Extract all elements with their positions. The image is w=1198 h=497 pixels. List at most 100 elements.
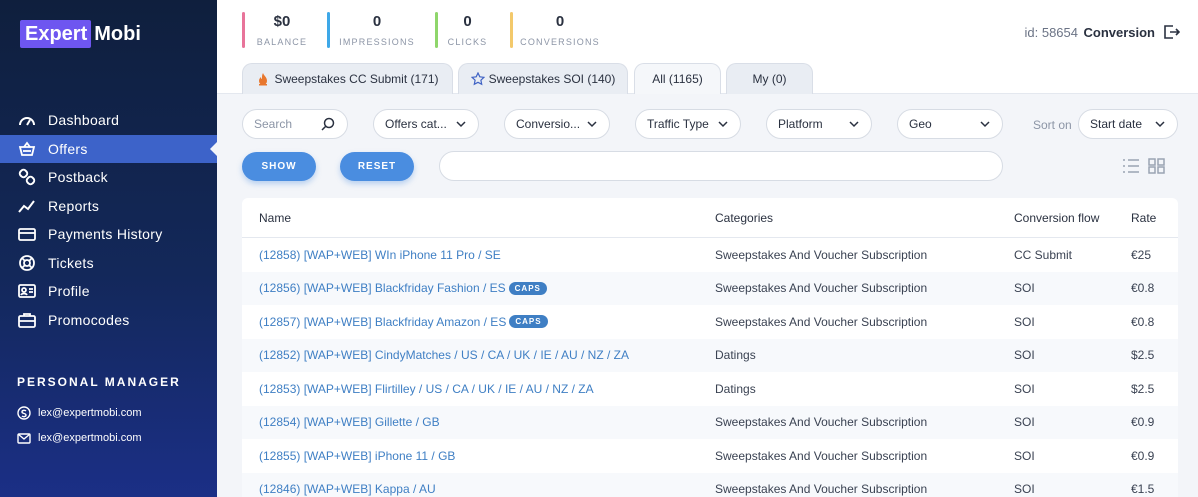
search-icon: [321, 117, 335, 131]
select-value: Conversio...: [516, 117, 581, 131]
tab-sweepstakes-soi[interactable]: Sweepstakes SOI (140): [458, 63, 628, 94]
sort-select[interactable]: Start date: [1078, 109, 1178, 139]
conversion-select[interactable]: Conversio...: [504, 109, 610, 139]
stat-label: CONVERSIONS: [520, 37, 600, 47]
manager-skype[interactable]: lex@expertmobi.com: [17, 406, 141, 420]
reset-button[interactable]: RESET: [340, 152, 414, 181]
cell-category: Sweepstakes And Voucher Subscription: [715, 482, 928, 497]
sidebar-item-promocodes[interactable]: Promocodes: [0, 306, 217, 335]
offer-link[interactable]: (12858) [WAP+WEB] WIn iPhone 11 Pro / SE: [259, 248, 501, 262]
table-header: Name Categories Conversion flow Rate: [242, 198, 1178, 238]
cell-name: (12856) [WAP+WEB] Blackfriday Fashion / …: [242, 281, 698, 295]
sidebar-item-label: Postback: [48, 169, 108, 186]
stat-label: CLICKS: [447, 37, 488, 47]
table-row[interactable]: (12846) [WAP+WEB] Kappa / AU Sweepstakes…: [242, 472, 1178, 497]
caps-badge: CAPS: [508, 281, 547, 295]
mail-icon: [17, 433, 31, 444]
offer-link[interactable]: (12854) [WAP+WEB] Gillette / GB: [259, 415, 440, 429]
tab-my[interactable]: My (0): [726, 63, 813, 94]
table-row[interactable]: (12858) [WAP+WEB] WIn iPhone 11 Pro / SE…: [242, 238, 1178, 272]
cell-name: (12854) [WAP+WEB] Gillette / GB: [242, 415, 698, 429]
chevron-down-icon: [456, 121, 466, 128]
table-row[interactable]: (12855) [WAP+WEB] iPhone 11 / GB Sweepst…: [242, 439, 1178, 473]
chevron-down-icon: [718, 121, 728, 128]
geo-select[interactable]: Geo: [897, 109, 1003, 139]
select-value: Traffic Type: [647, 117, 709, 131]
cell-flow: CC Submit: [1014, 247, 1073, 262]
sidebar-nav: Dashboard Offers Postback Reports Paymen…: [0, 106, 217, 334]
tab-label: My (0): [752, 72, 787, 86]
cell-flow: SOI: [1014, 314, 1035, 329]
select-value: Platform: [778, 117, 823, 131]
stat-value: 0: [463, 13, 472, 30]
cell-flow: SOI: [1014, 415, 1035, 430]
sidebar-item-offers[interactable]: Offers: [0, 134, 217, 163]
list-view-icon[interactable]: [1122, 158, 1140, 174]
logo[interactable]: Expert Mobi: [20, 20, 141, 48]
stat-value: $0: [273, 13, 291, 30]
sidebar-item-reports[interactable]: Reports: [0, 192, 217, 221]
tab-all[interactable]: All (1165): [634, 63, 721, 94]
offer-link[interactable]: (12853) [WAP+WEB] Flirtilley / US / CA /…: [259, 382, 594, 396]
column-header-conversion-flow[interactable]: Conversion flow: [997, 211, 1114, 225]
stat-bar: [242, 12, 245, 48]
table-row[interactable]: (12853) [WAP+WEB] Flirtilley / US / CA /…: [242, 372, 1178, 406]
logout-icon[interactable]: [1162, 23, 1180, 41]
select-value: Geo: [909, 117, 932, 131]
offer-link[interactable]: (12856) [WAP+WEB] Blackfriday Fashion / …: [259, 281, 506, 295]
chevron-down-icon: [587, 121, 597, 128]
cell-name: (12857) [WAP+WEB] Blackfriday Amazon / E…: [242, 315, 698, 329]
table-row[interactable]: (12856) [WAP+WEB] Blackfriday Fashion / …: [242, 271, 1178, 305]
stat-label: IMPRESSIONS: [339, 37, 415, 47]
offer-link[interactable]: (12855) [WAP+WEB] iPhone 11 / GB: [259, 449, 455, 463]
top-stats-bar: $0 BALANCE 0 IMPRESSIONS 0 CLICKS 0 CONV…: [217, 0, 1198, 63]
cell-flow: SOI: [1014, 381, 1035, 396]
column-header-name[interactable]: Name: [242, 211, 698, 225]
star-icon: [470, 72, 485, 86]
offer-link[interactable]: (12846) [WAP+WEB] Kappa / AU: [259, 482, 436, 496]
stat-conversions: 0 CONVERSIONS: [510, 12, 600, 48]
platform-select[interactable]: Platform: [766, 109, 872, 139]
stat-bar: [327, 12, 330, 48]
table-row[interactable]: (12857) [WAP+WEB] Blackfriday Amazon / E…: [242, 305, 1178, 339]
sidebar-item-dashboard[interactable]: Dashboard: [0, 106, 217, 135]
cell-rate: €0.8: [1131, 314, 1155, 329]
sidebar-item-label: Promocodes: [48, 311, 130, 328]
cell-flow: SOI: [1014, 482, 1035, 497]
stat-bar: [510, 12, 513, 48]
tab-sweepstakes-cc-submit[interactable]: Sweepstakes CC Submit (171): [242, 63, 453, 94]
search-input[interactable]: Search: [242, 109, 348, 139]
chevron-down-icon: [849, 121, 859, 128]
offers-category-select[interactable]: Offers cat...: [373, 109, 479, 139]
conversion-link[interactable]: Conversion: [1083, 25, 1155, 40]
offer-link[interactable]: (12857) [WAP+WEB] Blackfriday Amazon / E…: [259, 315, 506, 329]
caps-badge: CAPS: [509, 315, 548, 329]
column-header-rate[interactable]: Rate: [1114, 211, 1178, 225]
cell-name: (12855) [WAP+WEB] iPhone 11 / GB: [242, 449, 698, 463]
manager-email[interactable]: lex@expertmobi.com: [17, 431, 141, 445]
cell-name: (12852) [WAP+WEB] CindyMatches / US / CA…: [242, 348, 698, 362]
manager-email-text: lex@expertmobi.com: [38, 432, 142, 444]
select-value: Start date: [1090, 117, 1143, 131]
offer-link[interactable]: (12852) [WAP+WEB] CindyMatches / US / CA…: [259, 348, 629, 362]
tab-label: Sweepstakes SOI (140): [488, 72, 616, 86]
grid-view-icon[interactable]: [1148, 158, 1166, 174]
stat-balance: $0 BALANCE: [242, 12, 312, 48]
sidebar-item-tickets[interactable]: Tickets: [0, 249, 217, 278]
show-button[interactable]: SHOW: [242, 152, 316, 181]
keyword-input[interactable]: [439, 151, 1003, 181]
sidebar-item-postback[interactable]: Postback: [0, 163, 217, 192]
cell-category: Sweepstakes And Voucher Subscription: [715, 247, 928, 262]
traffic-type-select[interactable]: Traffic Type: [635, 109, 741, 139]
sidebar-item-payments-history[interactable]: Payments History: [0, 220, 217, 249]
sidebar-item-profile[interactable]: Profile: [0, 277, 217, 306]
cell-category: Datings: [715, 348, 756, 363]
table-row[interactable]: (12854) [WAP+WEB] Gillette / GB Sweepsta…: [242, 405, 1178, 439]
logo-mobi: Mobi: [94, 22, 141, 45]
table-row[interactable]: (12852) [WAP+WEB] CindyMatches / US / CA…: [242, 338, 1178, 372]
table-body: (12858) [WAP+WEB] WIn iPhone 11 Pro / SE…: [242, 238, 1178, 497]
column-header-categories[interactable]: Categories: [698, 211, 997, 225]
cell-name: (12853) [WAP+WEB] Flirtilley / US / CA /…: [242, 382, 698, 396]
sidebar-item-label: Reports: [48, 197, 100, 214]
gauge-icon: [18, 111, 36, 129]
